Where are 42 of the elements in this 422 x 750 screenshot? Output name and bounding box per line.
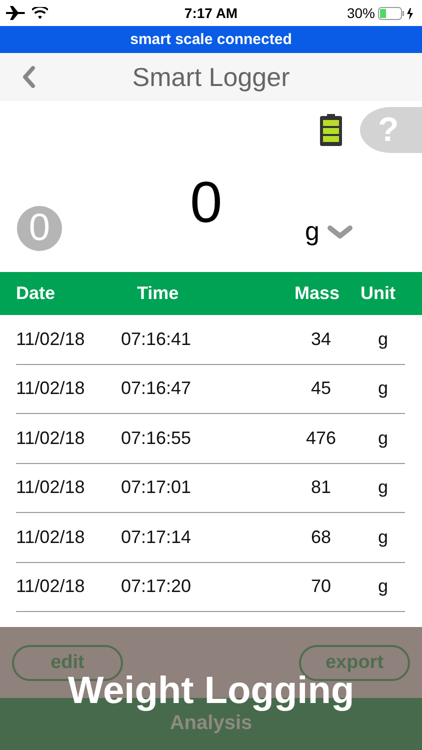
unit-cell-text: g <box>376 576 389 598</box>
date-cell-text: 11/02/18 <box>16 526 86 548</box>
mass-cell-text: 68 <box>310 526 332 548</box>
time-cell-text: 07:16:47 <box>121 378 192 400</box>
battery-percent: 30% <box>346 5 376 21</box>
column-header: Time <box>137 283 180 304</box>
back-icon[interactable] <box>22 66 36 88</box>
unit-cell-text: g <box>376 526 389 548</box>
date-cell-text: 11/02/18 <box>16 576 86 598</box>
wifi-icon <box>32 7 48 19</box>
battery-level-icon <box>320 114 342 146</box>
chevron-down-icon[interactable] <box>327 224 354 238</box>
airplane-icon <box>6 6 26 20</box>
time-cell-text: 07:16:41 <box>121 328 192 350</box>
unit-label: g <box>305 216 320 247</box>
date-cell-text: 11/02/18 <box>16 428 86 449</box>
unit-cell-text: g <box>376 477 389 498</box>
date-cell-text: 11/02/18 <box>16 328 86 350</box>
column-header: Mass <box>293 283 341 304</box>
status-time: 7:17 AM <box>184 5 238 21</box>
connection-banner: smart scale connected <box>0 26 422 53</box>
time-cell-text: 07:17:14 <box>121 526 192 548</box>
unit-cell-text: g <box>376 378 389 400</box>
mass-cell-text: 45 <box>310 378 332 400</box>
time-cell-text: 07:16:55 <box>121 428 192 449</box>
mass-cell-text: 81 <box>310 477 332 498</box>
column-header: Unit <box>360 283 396 304</box>
time-cell-text: 07:17:20 <box>121 576 192 598</box>
help-button[interactable]: ? <box>360 107 422 153</box>
column-header: Date <box>16 283 56 304</box>
mass-cell-text: 476 <box>304 428 338 449</box>
mass-cell-text: 34 <box>310 328 332 350</box>
analysis-tab[interactable]: Analysis <box>170 712 252 735</box>
unit-cell-text: g <box>376 328 389 350</box>
tare-button[interactable]: 0 <box>17 206 62 251</box>
mass-cell-text: 70 <box>310 576 332 598</box>
weight-reading: 0 <box>190 169 222 236</box>
time-cell-text: 07:17:01 <box>121 477 192 498</box>
unit-cell-text: g <box>376 428 389 449</box>
nav-title: Smart Logger <box>132 62 290 92</box>
date-cell-text: 11/02/18 <box>16 477 86 498</box>
date-cell-text: 11/02/18 <box>16 378 86 400</box>
